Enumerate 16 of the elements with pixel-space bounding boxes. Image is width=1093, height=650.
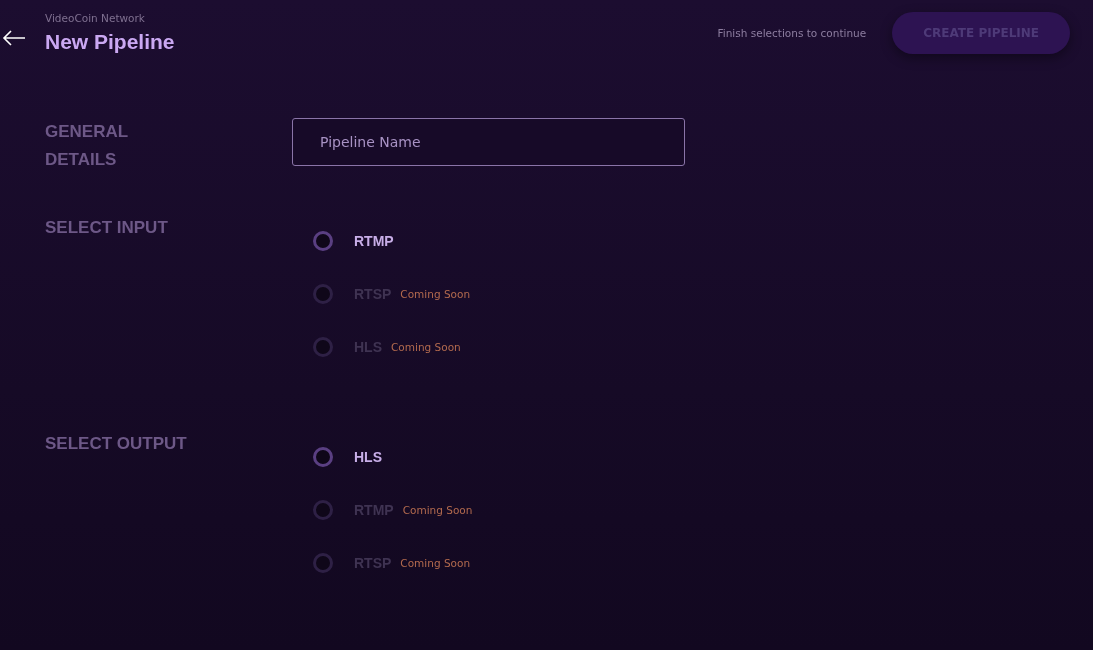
pipeline-name-field[interactable]: Pipeline Name: [292, 118, 685, 166]
section-title: SELECT OUTPUT: [45, 433, 188, 455]
page-title: New Pipeline: [45, 30, 175, 54]
section-title: SELECT INPUT: [45, 217, 169, 239]
coming-soon-label: Coming Soon: [391, 340, 461, 353]
option-label[interactable]: HLS: [354, 448, 382, 465]
radio-button[interactable]: [313, 446, 333, 467]
section-title: GENERAL DETAILS: [45, 121, 129, 171]
coming-soon-label: Coming Soon: [400, 556, 471, 569]
coming-soon-label: Coming Soon: [400, 287, 471, 300]
hint-text: Finish selections to continue: [717, 27, 867, 39]
option-label[interactable]: RTMP: [354, 232, 394, 249]
back-arrow-icon[interactable]: [2, 30, 26, 46]
radio-button[interactable]: [313, 230, 333, 251]
breadcrumb: VideoCoin Network: [45, 12, 146, 24]
coming-soon-label: Coming Soon: [402, 503, 473, 516]
